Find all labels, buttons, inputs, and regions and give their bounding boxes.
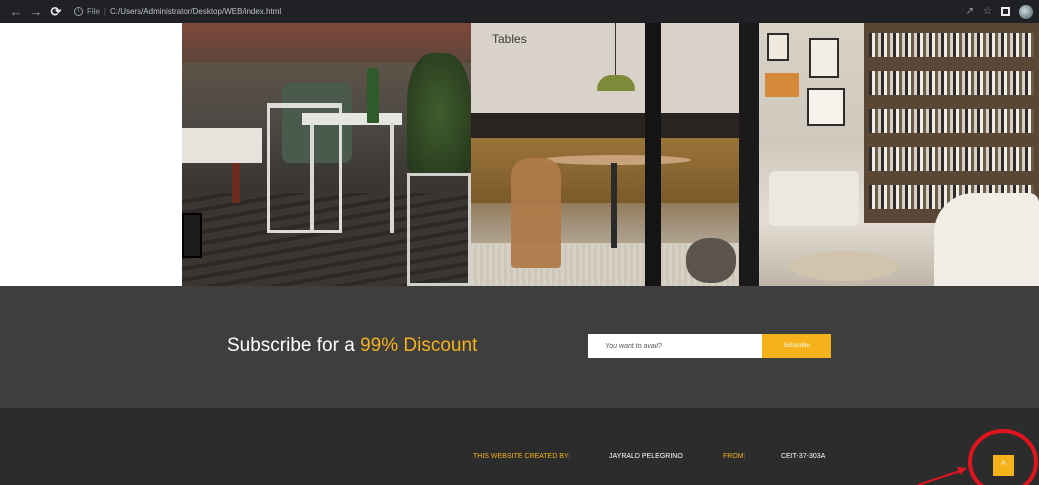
tables-category-label[interactable]: Tables xyxy=(492,32,527,46)
outdoor-patio-photo xyxy=(182,23,471,286)
browser-toolbar: ← → ⟳ i File | C:/Users/Administrator/De… xyxy=(0,0,1039,23)
subscribe-section: Subscribe for a 99% Discount Subscribe xyxy=(0,286,1039,408)
subscribe-button[interactable]: Subscribe xyxy=(762,334,831,358)
side-panel-icon[interactable] xyxy=(1001,7,1010,16)
subscribe-title: Subscribe for a 99% Discount xyxy=(227,335,477,357)
url-text[interactable]: C:/Users/Administrator/Desktop/WEB/index… xyxy=(110,7,281,16)
share-icon[interactable]: ↗ xyxy=(966,3,974,20)
subscribe-input[interactable] xyxy=(588,334,762,358)
address-separator: | xyxy=(103,7,106,16)
subscribe-title-highlight: 99% Discount xyxy=(360,335,478,356)
profile-icon[interactable] xyxy=(1019,4,1033,19)
scheme-label: File xyxy=(87,7,100,16)
subscribe-title-prefix: Subscribe for a xyxy=(227,335,361,356)
reload-icon[interactable]: ⟳ xyxy=(48,4,64,20)
browser-actions: ↗ ☆ xyxy=(957,3,1033,20)
created-by-label: THIS WEBSITE CREATED BY: xyxy=(473,453,571,460)
forward-icon[interactable]: → xyxy=(28,4,44,20)
hero-gallery xyxy=(0,23,1039,286)
from-label: FROM: xyxy=(723,453,746,460)
section-name: CEIT-37-303A xyxy=(781,453,826,460)
author-name: JAYRALD PELEGRINO xyxy=(609,453,683,460)
star-icon[interactable]: ☆ xyxy=(983,3,992,20)
living-room-photo xyxy=(759,23,1039,286)
back-icon[interactable]: ← xyxy=(8,4,24,20)
page: ← → ⟳ i File | C:/Users/Administrator/De… xyxy=(0,0,1039,485)
back-to-top-button[interactable]: ^ xyxy=(993,455,1014,476)
footer: THIS WEBSITE CREATED BY: JAYRALD PELEGRI… xyxy=(0,408,1039,485)
info-icon[interactable]: i xyxy=(74,7,83,16)
chevron-up-icon: ^ xyxy=(1001,460,1006,471)
dining-tables-photo xyxy=(471,23,759,286)
address-bar[interactable]: i File | C:/Users/Administrator/Desktop/… xyxy=(74,3,281,20)
